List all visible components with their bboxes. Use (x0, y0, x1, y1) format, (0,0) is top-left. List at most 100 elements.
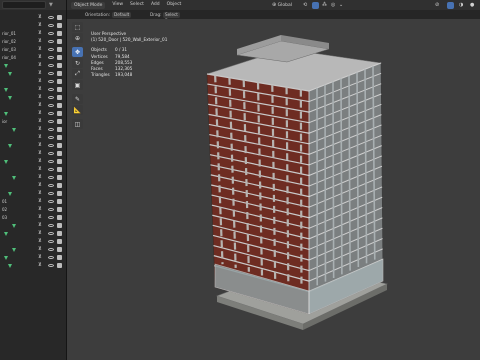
camera-icon[interactable] (57, 175, 62, 180)
eye-icon[interactable] (48, 240, 54, 243)
outliner-item[interactable]: 02 ⊻ (0, 206, 66, 214)
eye-icon[interactable] (48, 96, 54, 99)
outliner-item[interactable]: ⊻ (0, 254, 66, 262)
eye-icon[interactable] (48, 24, 54, 27)
eye-icon[interactable] (48, 112, 54, 115)
selectable-icon[interactable]: ⊻ (38, 103, 44, 108)
camera-icon[interactable] (57, 55, 62, 60)
selectable-icon[interactable]: ⊻ (38, 215, 44, 220)
selectable-icon[interactable]: ⊻ (38, 175, 44, 180)
outliner-item[interactable]: ⊻ (0, 86, 66, 94)
overlay-icon[interactable]: ◑ (459, 0, 463, 10)
camera-icon[interactable] (57, 207, 62, 212)
outliner-item[interactable]: ⊻ (0, 238, 66, 246)
outliner-item[interactable]: ⊻ (0, 222, 66, 230)
selectable-icon[interactable]: ⊻ (38, 119, 44, 124)
outliner-item[interactable]: ⊻ (0, 78, 66, 86)
outliner-item[interactable]: ⊻ (0, 166, 66, 174)
selectable-icon[interactable]: ⊻ (38, 63, 44, 68)
outliner-item[interactable]: ⊻ (0, 62, 66, 70)
measure-tool[interactable]: 📐 (72, 105, 83, 115)
snap-target-icon[interactable]: ⁂ (322, 0, 327, 10)
camera-icon[interactable] (57, 231, 62, 236)
outliner-item[interactable]: ior ⊻ (0, 118, 66, 126)
eye-icon[interactable] (48, 48, 54, 51)
camera-icon[interactable] (57, 191, 62, 196)
eye-icon[interactable] (48, 64, 54, 67)
menu-object[interactable]: Object (167, 0, 182, 10)
eye-icon[interactable] (48, 256, 54, 259)
eye-icon[interactable] (48, 152, 54, 155)
eye-icon[interactable] (48, 192, 54, 195)
camera-icon[interactable] (57, 167, 62, 172)
outliner-item[interactable]: ⊻ (0, 110, 66, 118)
pivot-icon[interactable]: ⟲ (303, 0, 307, 10)
cursor-tool[interactable]: ⊕ (72, 33, 83, 43)
outliner-item[interactable]: ⊻ (0, 142, 66, 150)
selectable-icon[interactable]: ⊻ (38, 87, 44, 92)
camera-icon[interactable] (57, 111, 62, 116)
selectable-icon[interactable]: ⊻ (38, 223, 44, 228)
eye-icon[interactable] (48, 248, 54, 251)
camera-icon[interactable] (57, 127, 62, 132)
select-tool[interactable]: ⬚ (72, 22, 83, 32)
camera-icon[interactable] (57, 255, 62, 260)
eye-icon[interactable] (48, 120, 54, 123)
selectable-icon[interactable]: ⊻ (38, 31, 44, 36)
outliner-item[interactable]: ⊻ (0, 174, 66, 182)
camera-icon[interactable] (57, 63, 62, 68)
camera-icon[interactable] (57, 199, 62, 204)
outliner-item[interactable]: ⊻ (0, 150, 66, 158)
outliner-item[interactable]: ⊻ (0, 22, 66, 30)
camera-icon[interactable] (57, 223, 62, 228)
eye-icon[interactable] (48, 176, 54, 179)
menu-add[interactable]: Add (151, 0, 160, 10)
outliner-item[interactable]: ⊻ (0, 190, 66, 198)
selectable-icon[interactable]: ⊻ (38, 135, 44, 140)
move-tool[interactable]: ✥ (72, 47, 83, 57)
camera-icon[interactable] (57, 87, 62, 92)
selectable-icon[interactable]: ⊻ (38, 183, 44, 188)
eye-icon[interactable] (48, 40, 54, 43)
selectable-icon[interactable]: ⊻ (38, 191, 44, 196)
add-cube-tool[interactable]: ◫ (72, 119, 83, 129)
outliner-item[interactable]: ⊻ (0, 230, 66, 238)
shading-icon[interactable]: ● (470, 0, 474, 10)
camera-icon[interactable] (57, 215, 62, 220)
selectable-icon[interactable]: ⊻ (38, 239, 44, 244)
selectable-icon[interactable]: ⊻ (38, 47, 44, 52)
outliner-item[interactable]: ⊻ (0, 70, 66, 78)
eye-icon[interactable] (48, 128, 54, 131)
camera-icon[interactable] (57, 159, 62, 164)
selectable-icon[interactable]: ⊻ (38, 207, 44, 212)
selectable-icon[interactable]: ⊻ (38, 255, 44, 260)
falloff-icon[interactable]: ⌄ (339, 0, 343, 10)
eye-icon[interactable] (48, 224, 54, 227)
selectable-icon[interactable]: ⊻ (38, 263, 44, 268)
eye-icon[interactable] (48, 232, 54, 235)
selectable-icon[interactable]: ⊻ (38, 79, 44, 84)
outliner-item[interactable]: ⊻ (0, 246, 66, 254)
eye-icon[interactable] (48, 216, 54, 219)
transform-tool[interactable]: ▣ (72, 80, 83, 90)
camera-icon[interactable] (57, 95, 62, 100)
camera-icon[interactable] (57, 247, 62, 252)
camera-icon[interactable] (57, 39, 62, 44)
outliner-item[interactable]: 03 ⊻ (0, 214, 66, 222)
eye-icon[interactable] (48, 184, 54, 187)
menu-view[interactable]: View (112, 0, 123, 10)
camera-icon[interactable] (57, 23, 62, 28)
eye-icon[interactable] (48, 208, 54, 211)
camera-icon[interactable] (57, 15, 62, 20)
camera-icon[interactable] (57, 183, 62, 188)
eye-icon[interactable] (48, 200, 54, 203)
camera-icon[interactable] (57, 79, 62, 84)
selectable-icon[interactable]: ⊻ (38, 231, 44, 236)
visibility-icon[interactable]: ⊘ (435, 0, 439, 10)
eye-icon[interactable] (48, 72, 54, 75)
menu-select[interactable]: Select (130, 0, 144, 10)
3d-viewport[interactable]: User Perspective (1) 520_Door | 520_Wall… (67, 19, 480, 360)
mode-selector[interactable]: Object Mode (71, 1, 106, 9)
eye-icon[interactable] (48, 32, 54, 35)
selectable-icon[interactable]: ⊻ (38, 167, 44, 172)
